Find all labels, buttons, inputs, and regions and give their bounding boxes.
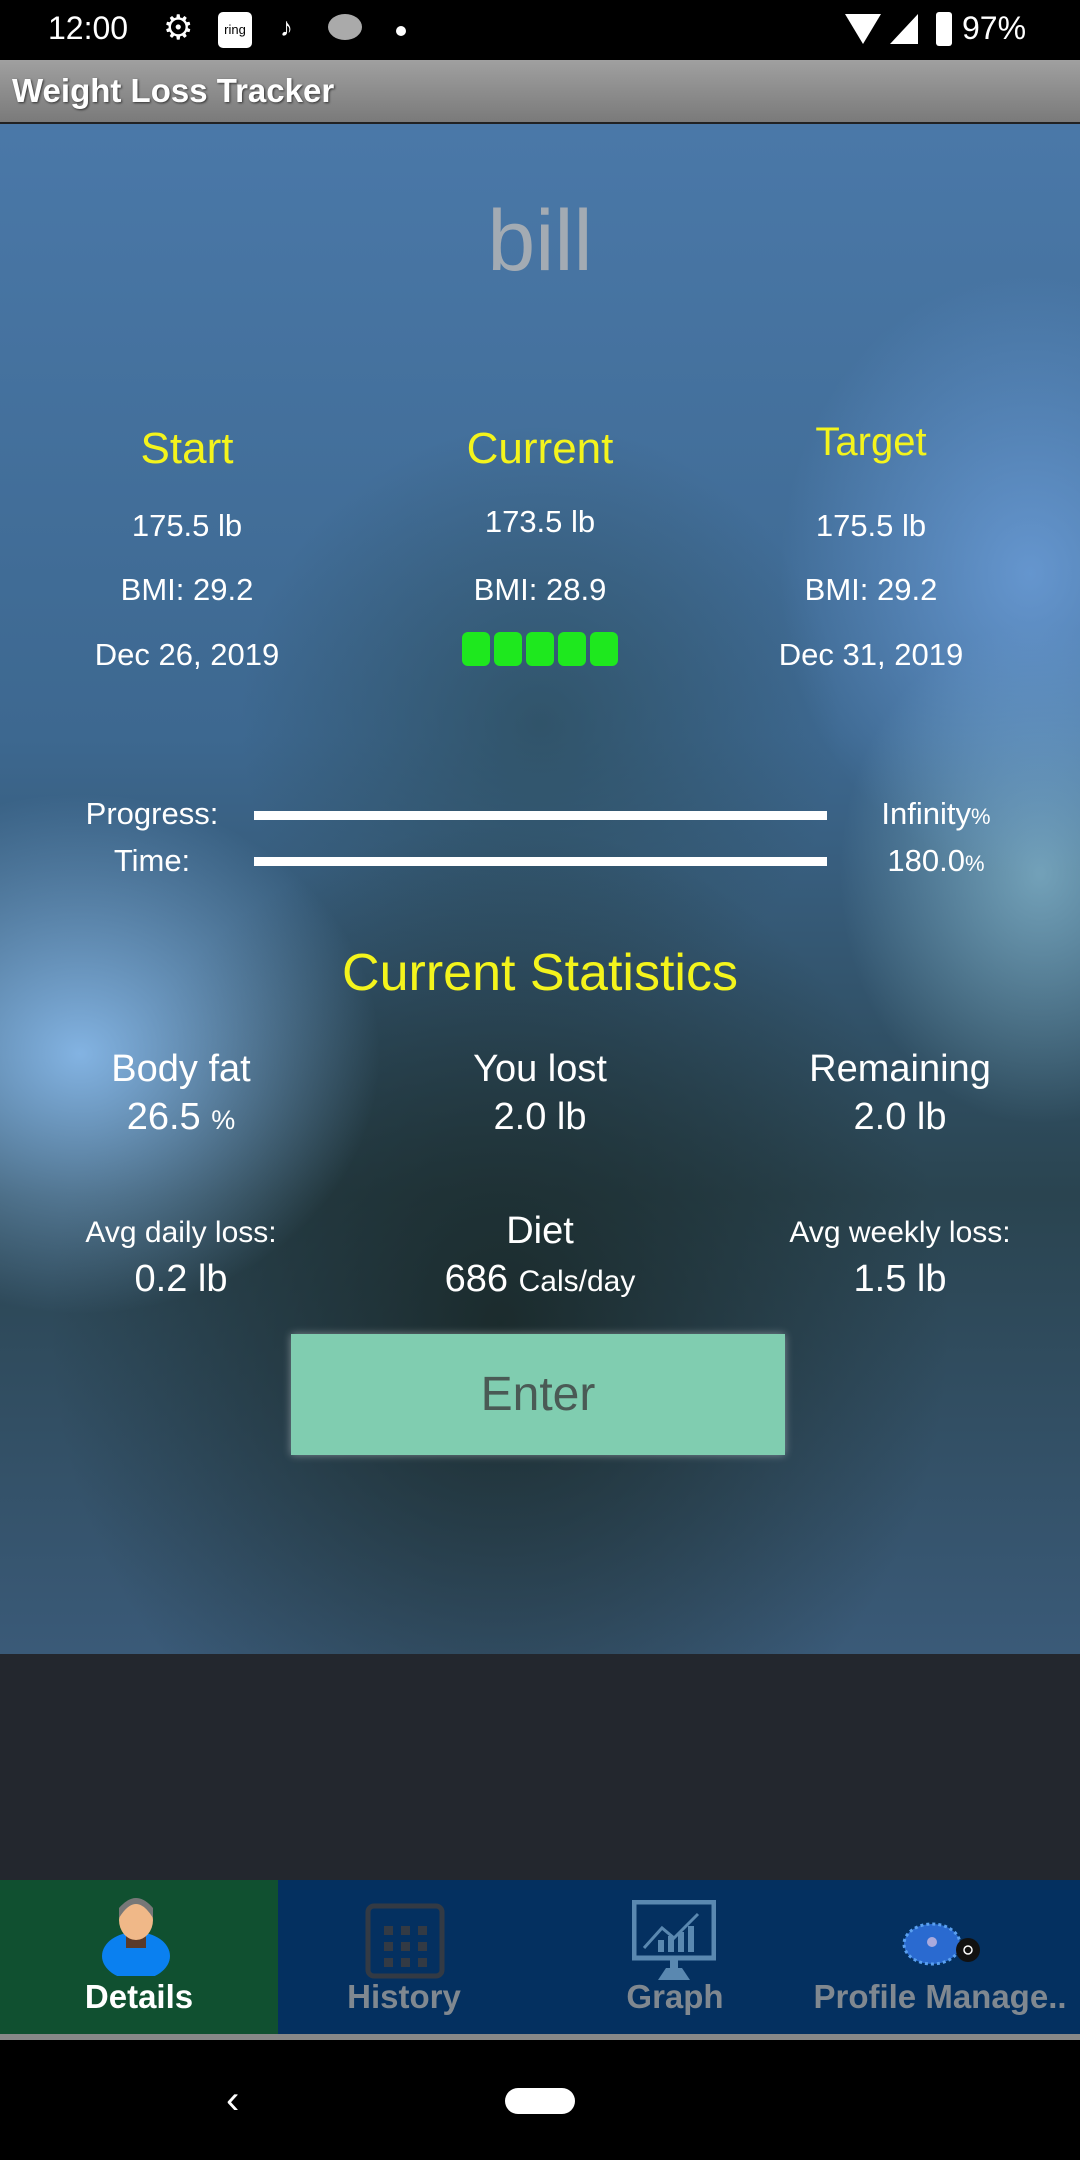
battery-icon: [936, 12, 952, 46]
app-title: Weight Loss Tracker: [12, 72, 335, 109]
home-pill[interactable]: [505, 2088, 575, 2114]
rating-dot: [558, 632, 586, 666]
avg-daily-value: 0.2 lb: [134, 1258, 228, 1300]
body-fat-label: Body fat: [111, 1048, 251, 1090]
stats-title: Current Statistics: [342, 944, 738, 1002]
tab-history-label: History: [347, 1978, 461, 2015]
back-icon[interactable]: ‹: [226, 2078, 239, 2123]
tab-graph-label: Graph: [626, 1978, 724, 2015]
bottom-tab-bar: Details History Graph Profile Manage..: [0, 1880, 1080, 2040]
tab-profile-manage[interactable]: Profile Manage..: [800, 1880, 1080, 2034]
graph-icon: [632, 1900, 716, 1980]
target-date: Dec 31, 2019: [778, 637, 964, 672]
current-bmi: BMI: 28.9: [473, 572, 607, 607]
tab-history[interactable]: History: [278, 1880, 530, 2034]
rating-dot: [462, 632, 490, 666]
diet-value: 686 Cals/day: [445, 1258, 636, 1301]
tab-profile-manage-label: Profile Manage..: [813, 1978, 1067, 2015]
rating-dots: [460, 632, 620, 671]
avg-weekly-value: 1.5 lb: [853, 1258, 947, 1300]
current-heading: Current: [466, 424, 614, 473]
body-fat-value: 26.5 %: [127, 1096, 236, 1139]
lost-label: You lost: [473, 1048, 607, 1090]
signal-icon: [890, 14, 918, 44]
target-bmi: BMI: 29.2: [804, 572, 938, 607]
progress-bar: [254, 811, 827, 820]
status-bar: 12:00 ⚙ ring ♪ 97%: [0, 0, 1080, 60]
ring-icon: ring: [218, 12, 252, 48]
start-date: Dec 26, 2019: [94, 637, 280, 672]
body-fat-number: 26.5: [126, 1096, 201, 1138]
progress-value: Infinity%: [881, 796, 990, 832]
app-bar: Weight Loss Tracker: [0, 60, 1080, 124]
lost-value: 2.0 lb: [493, 1096, 587, 1138]
diet-label: Diet: [506, 1210, 574, 1252]
clock: 12:00: [48, 10, 129, 46]
wifi-icon: [845, 14, 881, 44]
target-heading: Target: [815, 420, 927, 464]
tiktok-icon: ♪: [280, 12, 293, 42]
piggy-bank-icon: [328, 14, 362, 40]
progress-label: Progress:: [85, 796, 219, 831]
body-fat-unit: %: [211, 1105, 236, 1135]
tab-details-label: Details: [84, 1978, 194, 2015]
remaining-label: Remaining: [809, 1048, 991, 1090]
tab-graph[interactable]: Graph: [530, 1880, 820, 2034]
person-icon: [102, 1898, 170, 1976]
gear-icon: ⚙: [163, 9, 194, 47]
start-bmi: BMI: 29.2: [120, 572, 254, 607]
progress-number: Infinity: [881, 796, 972, 831]
time-number: 180.0: [887, 843, 966, 878]
battery-percent: 97%: [962, 10, 1027, 46]
rating-dot: [526, 632, 554, 666]
time-unit: %: [965, 851, 985, 876]
remaining-value: 2.0 lb: [853, 1096, 947, 1138]
rating-dot: [590, 632, 618, 666]
time-bar: [254, 857, 827, 866]
time-value: 180.0%: [887, 843, 984, 879]
gears-icon: [902, 1922, 980, 1966]
avg-daily-label: Avg daily loss:: [85, 1216, 277, 1249]
avg-weekly-label: Avg weekly loss:: [789, 1216, 1011, 1249]
start-weight: 175.5 lb: [131, 508, 243, 543]
enter-button[interactable]: Enter: [291, 1334, 785, 1455]
target-weight: 175.5 lb: [815, 508, 927, 543]
tab-details[interactable]: Details: [0, 1880, 278, 2034]
diet-unit: Cals/day: [518, 1265, 636, 1298]
time-label: Time:: [113, 843, 191, 878]
dot-icon: [396, 26, 406, 36]
calendar-icon: [365, 1903, 445, 1979]
rating-dot: [494, 632, 522, 666]
system-nav-bar: ‹: [0, 2040, 1080, 2160]
current-weight: 173.5 lb: [484, 504, 596, 539]
profile-name: bill: [487, 193, 593, 289]
diet-number: 686: [444, 1258, 509, 1300]
progress-unit: %: [971, 804, 991, 829]
start-heading: Start: [140, 424, 234, 473]
